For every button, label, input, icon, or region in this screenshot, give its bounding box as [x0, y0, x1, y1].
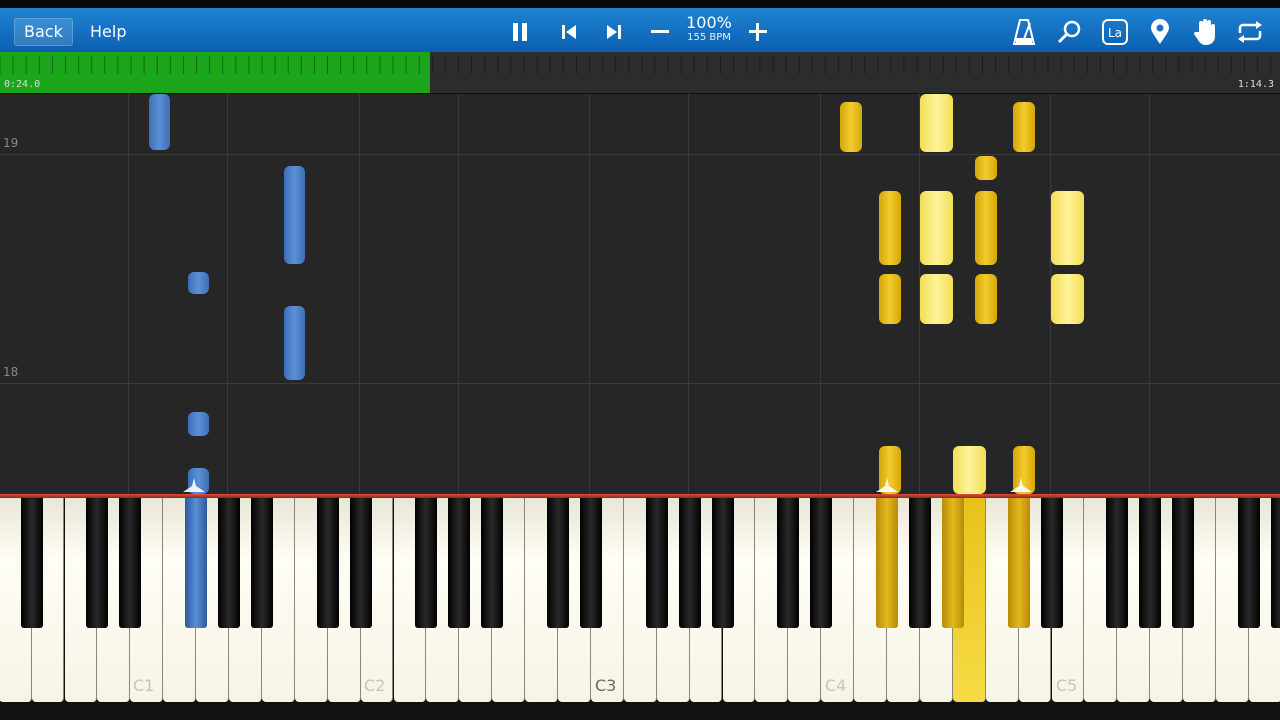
black-key[interactable] — [547, 498, 569, 628]
hit-spark-icon — [1010, 478, 1032, 492]
pause-icon[interactable] — [502, 14, 538, 50]
black-key[interactable] — [20, 498, 43, 628]
toolbar: Back Help 100% 155 BPM La — [0, 0, 1280, 52]
black-key[interactable] — [645, 498, 668, 628]
black-key[interactable] — [349, 498, 372, 628]
black-key[interactable] — [711, 498, 734, 628]
hit-spark-icon — [183, 478, 205, 492]
note-right-hand — [975, 156, 997, 180]
note-right-hand — [1013, 102, 1035, 152]
black-key[interactable] — [481, 498, 504, 628]
black-key[interactable] — [1106, 498, 1129, 628]
plus-icon[interactable] — [740, 14, 776, 50]
black-key[interactable] — [1270, 498, 1280, 628]
note-right-hand — [920, 274, 953, 324]
note-right-hand — [920, 191, 953, 265]
note-left-hand — [284, 166, 305, 264]
octave-label: C4 — [825, 676, 847, 695]
black-key[interactable] — [185, 498, 208, 628]
location-pin-icon[interactable] — [1142, 14, 1178, 50]
zoom-percent: 100% — [686, 13, 732, 32]
skip-forward-icon[interactable] — [596, 14, 632, 50]
note-right-hand — [975, 191, 997, 265]
black-key[interactable] — [941, 498, 964, 628]
black-key[interactable] — [678, 498, 701, 628]
black-key[interactable] — [810, 498, 833, 628]
note-right-hand — [975, 274, 997, 324]
black-key[interactable] — [1040, 498, 1063, 628]
minus-icon[interactable] — [642, 14, 678, 50]
search-icon[interactable] — [1052, 14, 1088, 50]
note-left-hand — [188, 412, 209, 436]
measure-number: 19 — [3, 136, 19, 150]
note-left-hand — [284, 306, 305, 380]
piano-keyboard[interactable]: C1 C2 C3 C4 C5 — [0, 494, 1280, 720]
note-right-hand — [879, 191, 901, 265]
help-button[interactable]: Help — [80, 18, 136, 46]
note-right-hand — [840, 102, 862, 152]
black-key[interactable] — [119, 498, 142, 628]
current-time: 0:24.0 — [4, 79, 41, 90]
label-icon-text: La — [1108, 26, 1122, 40]
zoom-readout: 100% 155 BPM — [686, 14, 732, 44]
piano-roll: 19 18 — [0, 94, 1280, 494]
black-key[interactable] — [415, 498, 438, 628]
note-right-hand — [920, 94, 953, 152]
black-key[interactable] — [908, 498, 931, 628]
hit-spark-icon — [876, 478, 898, 492]
black-key[interactable] — [86, 498, 109, 628]
note-left-hand — [149, 94, 170, 150]
progress-bar[interactable]: 0:24.0 1:14.3 — [0, 52, 1280, 94]
tempo-bpm: 155 BPM — [687, 32, 731, 43]
octave-label: C3 — [595, 676, 617, 695]
note-right-hand — [1051, 191, 1084, 265]
black-key[interactable] — [448, 498, 471, 628]
black-key[interactable] — [316, 498, 339, 628]
octave-label: C5 — [1056, 676, 1078, 695]
black-key[interactable] — [777, 498, 800, 628]
note-right-hand — [953, 446, 986, 494]
octave-label: C1 — [133, 676, 155, 695]
black-key[interactable] — [579, 498, 602, 628]
progress-ticks — [0, 56, 1272, 74]
back-button[interactable]: Back — [14, 18, 73, 46]
note-right-hand — [1051, 274, 1084, 324]
black-key[interactable] — [250, 498, 273, 628]
loop-icon[interactable] — [1232, 14, 1268, 50]
measure-number: 18 — [3, 365, 19, 379]
skip-back-icon[interactable] — [551, 14, 587, 50]
black-key[interactable] — [1172, 498, 1195, 628]
black-key[interactable] — [1007, 498, 1030, 628]
metronome-icon[interactable] — [1006, 14, 1042, 50]
note-right-hand — [879, 274, 901, 324]
black-key[interactable] — [876, 498, 898, 628]
note-left-hand — [188, 272, 209, 294]
total-time: 1:14.3 — [1237, 79, 1274, 90]
black-key[interactable] — [218, 498, 240, 628]
black-key[interactable] — [1237, 498, 1260, 628]
octave-label: C2 — [364, 676, 386, 695]
hand-icon[interactable] — [1187, 14, 1223, 50]
label-icon[interactable]: La — [1097, 14, 1133, 50]
black-key[interactable] — [1139, 498, 1162, 628]
